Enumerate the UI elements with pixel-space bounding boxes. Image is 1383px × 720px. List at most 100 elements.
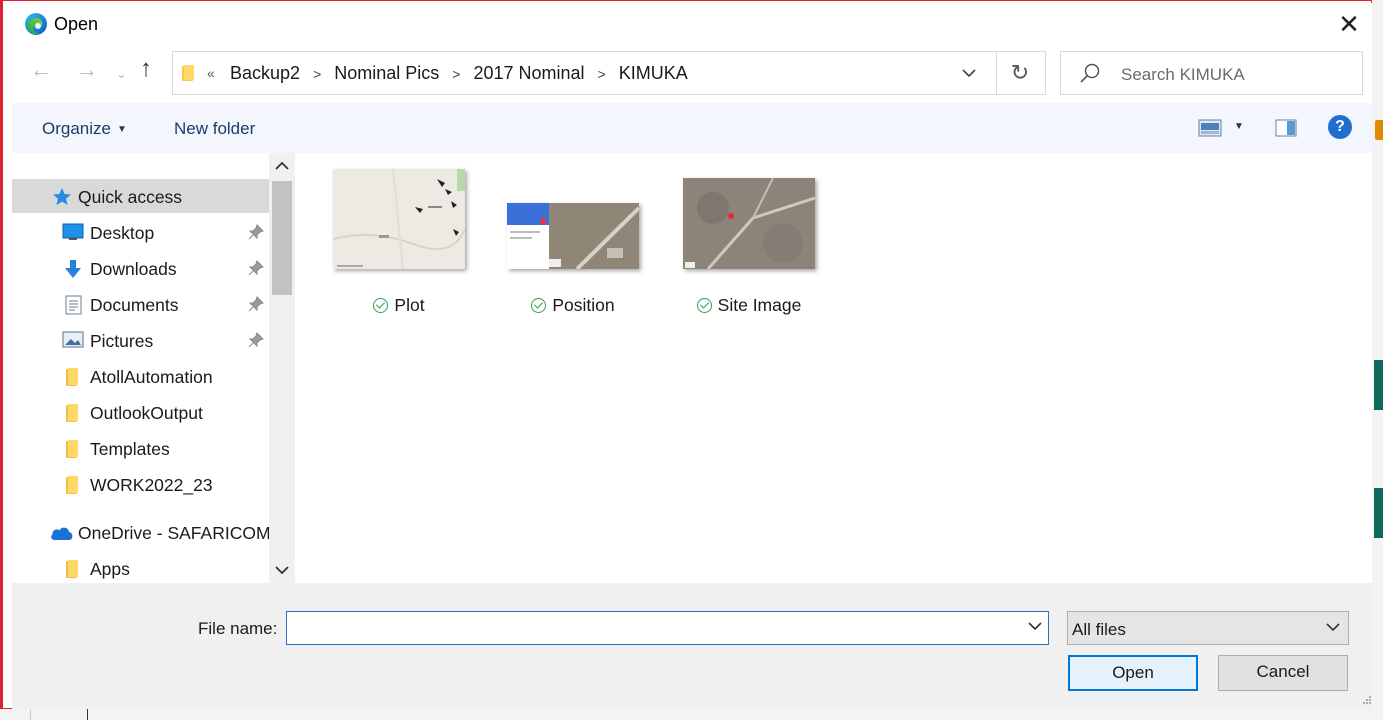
sidebar-item-label: Quick access [78, 187, 183, 207]
search-box[interactable]: Search KIMUKA [1060, 51, 1363, 95]
satellite-thumbnail-image [507, 203, 639, 269]
divider [996, 52, 997, 94]
back-arrow-icon[interactable]: ← [30, 59, 52, 81]
forward-arrow-icon[interactable]: → [76, 59, 98, 81]
scroll-down-chevron-icon[interactable] [275, 563, 289, 578]
scroll-up-chevron-icon[interactable] [275, 159, 289, 174]
breadcrumb-item[interactable]: Nominal Pics [334, 63, 439, 84]
organize-menu-button[interactable]: Organize ▼ [42, 119, 127, 139]
folder-icon [66, 440, 78, 458]
change-view-icon[interactable] [1198, 119, 1222, 137]
background-block [1374, 488, 1383, 538]
file-type-chevron-icon [1326, 620, 1340, 635]
sidebar-item-quick-access[interactable]: Quick access [12, 179, 269, 213]
file-item-position[interactable]: Position [498, 169, 648, 319]
file-name-label: Site Image [717, 295, 802, 315]
sidebar-item-label: Desktop [90, 223, 155, 243]
pin-icon[interactable] [248, 332, 264, 348]
sidebar-item-label: Apps [90, 559, 130, 579]
navigation-scrollbar[interactable] [269, 153, 295, 583]
sidebar-item-desktop[interactable]: Desktop [12, 215, 269, 249]
open-button[interactable]: Open [1068, 655, 1198, 691]
folder-icon [66, 476, 78, 494]
breadcrumb-separator-chevron-icon[interactable]: > [598, 66, 606, 82]
close-button[interactable]: ✕ [1334, 9, 1364, 39]
up-arrow-icon[interactable]: ↑ [140, 57, 152, 81]
command-toolbar: Organize ▼ New folder ▼ ? [12, 103, 1372, 153]
file-list: Plot Position Site Image [296, 153, 1372, 583]
sidebar-item-onedrive[interactable]: OneDrive - SAFARICOM [12, 515, 269, 549]
breadcrumb-separator-chevron-icon[interactable]: > [313, 66, 321, 82]
scrollbar-thumb[interactable] [272, 181, 292, 295]
recent-locations-chevron-icon[interactable]: ⌄ [116, 63, 127, 85]
sidebar-item-documents[interactable]: Documents [12, 287, 269, 321]
file-thumbnail [683, 178, 815, 269]
file-name-combobox[interactable] [286, 611, 1049, 645]
dialog-footer: File name: All files Open Cancel [12, 583, 1372, 709]
folder-icon [66, 368, 78, 386]
refresh-icon[interactable]: ↻ [1005, 58, 1035, 88]
folder-icon [66, 404, 78, 422]
sidebar-item-pictures[interactable]: Pictures [12, 323, 269, 357]
pin-icon[interactable] [248, 224, 264, 240]
sidebar-item-atollautomation[interactable]: AtollAutomation [12, 359, 269, 393]
search-input[interactable]: Search KIMUKA [1121, 65, 1245, 85]
resize-grip-icon[interactable] [1362, 695, 1372, 705]
sidebar-item-apps[interactable]: Apps [12, 551, 269, 583]
sidebar-item-label: OneDrive - SAFARICOM [78, 523, 269, 543]
pin-icon[interactable] [248, 296, 264, 312]
sidebar-item-outlookoutput[interactable]: OutlookOutput [12, 395, 269, 429]
folder-icon [66, 560, 78, 578]
desktop-icon [62, 223, 84, 240]
address-bar[interactable]: « Backup2 > Nominal Pics > 2017 Nominal … [172, 51, 1046, 95]
open-file-dialog: Open ✕ ← → ⌄ ↑ « Backup2 > Nominal Pics … [0, 0, 1372, 709]
file-item-site-image[interactable]: Site Image [674, 169, 824, 319]
cancel-button[interactable]: Cancel [1218, 655, 1348, 691]
sidebar-item-label: WORK2022_23 [90, 475, 213, 495]
file-name-label: File name: [198, 619, 278, 638]
sidebar-item-templates[interactable]: Templates [12, 431, 269, 465]
background-line [30, 709, 31, 720]
sidebar-item-label: OutlookOutput [90, 403, 203, 423]
dialog-title: Open [54, 14, 99, 34]
file-name-label: Position [552, 295, 615, 315]
sidebar-item-downloads[interactable]: Downloads [12, 251, 269, 285]
background-app-bottom [0, 709, 1383, 720]
pin-icon[interactable] [248, 260, 264, 276]
edge-browser-icon [25, 13, 47, 35]
breadcrumb: Backup2 > Nominal Pics > 2017 Nominal > … [230, 63, 688, 84]
sidebar-item-work2022-23[interactable]: WORK2022_23 [12, 467, 269, 501]
file-type-value: All files [1072, 620, 1126, 639]
file-name: Position [498, 295, 648, 316]
file-item-plot[interactable]: Plot [324, 169, 474, 319]
background-line [87, 709, 88, 720]
breadcrumb-item[interactable]: 2017 Nominal [473, 63, 584, 84]
breadcrumb-item[interactable]: KIMUKA [619, 63, 688, 84]
breadcrumb-separator-chevron-icon[interactable]: > [452, 66, 460, 82]
preview-pane-icon[interactable] [1275, 119, 1297, 137]
breadcrumb-item[interactable]: Backup2 [230, 63, 300, 84]
background-block [1374, 360, 1383, 410]
pictures-icon [62, 331, 84, 348]
search-icon [1080, 63, 1100, 83]
file-thumbnail [507, 203, 639, 269]
sync-check-icon [696, 298, 712, 313]
sidebar-item-label: Documents [90, 295, 179, 315]
star-icon [53, 188, 71, 205]
file-name-label: Plot [394, 295, 425, 315]
file-type-select[interactable]: All files [1067, 611, 1349, 645]
background-app-edge [1372, 0, 1383, 720]
file-name-dropdown-chevron-icon[interactable] [1028, 619, 1042, 634]
help-icon[interactable]: ? [1328, 115, 1352, 139]
sync-check-icon [531, 298, 547, 313]
sidebar-item-label: AtollAutomation [90, 367, 213, 387]
document-icon [65, 295, 82, 315]
view-options-caret-icon[interactable]: ▼ [1234, 121, 1244, 132]
new-folder-button[interactable]: New folder [174, 119, 255, 139]
breadcrumb-overflow[interactable]: « [207, 65, 215, 81]
address-dropdown-chevron-icon[interactable] [955, 60, 983, 86]
folder-icon [182, 65, 194, 81]
map-thumbnail-image [333, 169, 465, 269]
navigation-pane: Quick access Desktop Downloads Documents… [12, 153, 269, 583]
file-name-input[interactable] [291, 613, 1015, 645]
